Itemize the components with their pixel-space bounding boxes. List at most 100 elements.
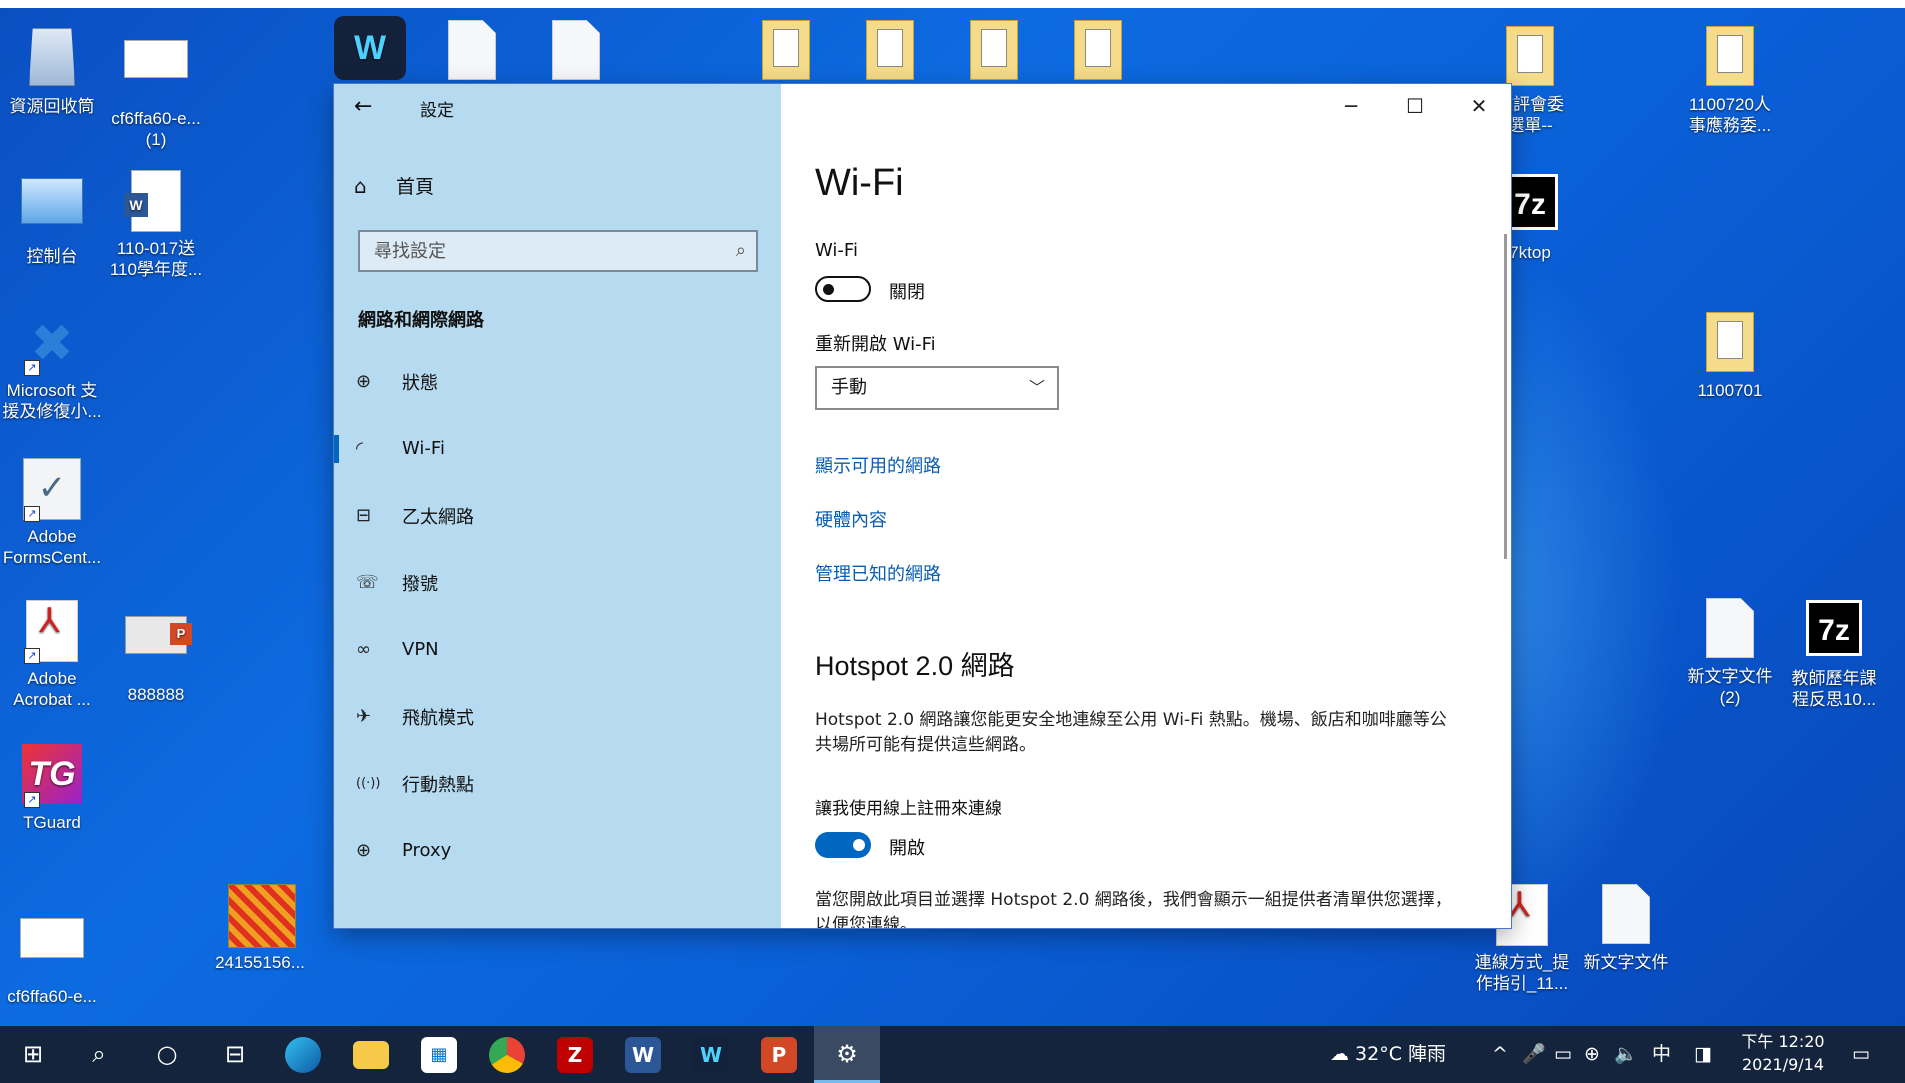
battery-icon[interactable]: ▭ (1554, 1026, 1572, 1083)
ime-indicator[interactable]: 中 (1652, 1026, 1671, 1083)
desktop-icon-label: TGuard (23, 813, 81, 832)
sidebar-item-status[interactable]: ⊕ 狀態 (334, 348, 781, 415)
file-explorer-icon[interactable] (338, 1026, 404, 1083)
title-bar[interactable]: ← 設定 (334, 84, 781, 128)
notification-icon[interactable]: ▭ (1852, 1026, 1870, 1083)
store-icon[interactable]: ▦ (406, 1026, 472, 1083)
home-icon: ⌂ (354, 173, 367, 198)
cortana-icon[interactable]: ○ (134, 1026, 200, 1083)
search-icon[interactable]: ⌕ (66, 1026, 132, 1083)
desktop-icon-doc-top-1[interactable] (420, 18, 524, 88)
desktop-icon-folder-top-4[interactable] (1046, 18, 1150, 88)
sidebar-item-label: 乙太網路 (402, 506, 474, 528)
desktop-icon-recycle-bin[interactable]: 資源回收筒 (0, 24, 104, 117)
clock[interactable]: 下午 12:20 2021/9/14 (1738, 1030, 1828, 1076)
sidebar-item-vpn[interactable]: ∞ VPN (334, 616, 781, 683)
reopen-wifi-dropdown[interactable]: 手動 ﹀ (815, 366, 1059, 410)
desktop-icon-word-doc[interactable]: W 110-017送 110學年度... (104, 168, 208, 280)
desktop-icon-24155156[interactable]: 24155156... (208, 882, 312, 973)
volume-icon[interactable]: 🔈 (1614, 1026, 1638, 1083)
powerpoint-icon[interactable]: P (746, 1026, 812, 1083)
wifi-toggle-state: 關閉 (889, 282, 925, 303)
folder-pdf-icon (962, 20, 1026, 84)
7zip-icon: 7z (1802, 600, 1866, 664)
acrobat-icon: ↗ (20, 600, 84, 664)
sidebar-item-label: 狀態 (402, 372, 438, 394)
desktop-icon-888888[interactable]: P 888888 (104, 598, 208, 705)
settings-sidebar: ← 設定 ⌂ 首頁 ⌕ 網路和網際網路 ⊕ 狀態 ◜ Wi-Fi ⊟ 乙太網路 ☏ 撥號… (334, 84, 781, 928)
desktop-icon-label: cf6ffa60-e... (7, 987, 97, 1006)
search-icon[interactable]: ⌕ (736, 240, 746, 261)
search-input[interactable] (360, 232, 714, 270)
ime-mode-icon[interactable]: ◨ (1694, 1026, 1712, 1083)
folder-doc-icon (1698, 26, 1762, 90)
folder-doc-icon (858, 20, 922, 84)
sidebar-item-label: 撥號 (402, 573, 438, 595)
weather-text: 32°C 陣雨 (1355, 1043, 1447, 1065)
settings-gear-icon[interactable]: ⚙ (814, 1026, 880, 1083)
sidebar-item-proxy[interactable]: ⊕ Proxy (334, 817, 781, 884)
close-button[interactable]: ✕ (1447, 84, 1511, 128)
edge-icon[interactable] (270, 1026, 336, 1083)
hotspot-icon: ((·)) (356, 776, 381, 791)
desktop-icon-control-panel[interactable]: 控制台 (0, 168, 104, 267)
sidebar-item-ethernet[interactable]: ⊟ 乙太網路 (334, 482, 781, 549)
desktop-icon-label: 資源回收筒 (9, 97, 95, 116)
desktop-icon-folder-top-1[interactable] (734, 18, 838, 88)
word-icon[interactable]: W (610, 1026, 676, 1083)
sidebar-item-airplane-mode[interactable]: ✈ 飛航模式 (334, 683, 781, 750)
proxy-globe-icon: ⊕ (356, 840, 372, 861)
desktop-icon-label: 1100701 (1697, 381, 1763, 400)
sidebar-item-label: 行動熱點 (402, 774, 474, 796)
sidebar-item-mobile-hotspot[interactable]: ((·)) 行動熱點 (334, 750, 781, 817)
back-arrow-icon[interactable]: ← (354, 94, 372, 119)
desktop-icon-right-6[interactable]: 7z 教師歷年課 程反思10... (1782, 596, 1886, 710)
desktop-icon-doc-top-2[interactable] (524, 18, 628, 88)
webex-icon[interactable]: W (678, 1026, 744, 1083)
desktop-icon-right-8[interactable]: 新文字文件 (1574, 882, 1678, 973)
desktop-icon-label: 24155156... (215, 953, 305, 972)
maximize-button[interactable]: ☐ (1383, 84, 1447, 128)
desktop-icon-webex[interactable]: W (314, 16, 418, 84)
scrollbar[interactable] (1504, 234, 1507, 559)
recycle-bin-icon (20, 28, 84, 92)
desktop-icon-ms-support[interactable]: ✖ ↗ Microsoft 支 援及修復小... (0, 312, 104, 422)
wifi-toggle[interactable] (815, 276, 871, 302)
image-file-icon (20, 918, 84, 982)
weather-widget[interactable]: ☁ 32°C 陣雨 (1330, 1026, 1446, 1083)
link-manage-known-networks[interactable]: 管理已知的網路 (815, 560, 941, 586)
desktop-icon-label: 888888 (127, 685, 185, 704)
sidebar-item-wifi[interactable]: ◜ Wi-Fi (334, 415, 781, 482)
pdf-file-icon (1498, 26, 1562, 90)
sidebar-home[interactable]: ⌂ 首頁 (354, 172, 434, 199)
wifi-label: Wi-Fi (815, 240, 858, 261)
start-icon[interactable]: ⊞ (0, 1026, 66, 1083)
microphone-icon[interactable]: 🎤 (1522, 1026, 1546, 1083)
sidebar-item-dialup[interactable]: ☏ 撥號 (334, 549, 781, 616)
show-hidden-icons-icon[interactable]: ^ (1492, 1026, 1508, 1083)
tools-icon: ✖ ↗ (20, 312, 84, 376)
desktop-icon-adobe-forms[interactable]: ✓ ↗ Adobe FormsCent... (0, 456, 104, 568)
folder-doc-icon (754, 20, 818, 84)
desktop-icon-right-2[interactable]: 1100720人 事應務委... (1678, 24, 1782, 136)
desktop-icon-folder-top-2[interactable] (838, 18, 942, 88)
desktop-icon-tguard[interactable]: TG ↗ TGuard (0, 742, 104, 833)
link-hardware-properties[interactable]: 硬體內容 (815, 506, 887, 532)
desktop-icon-acrobat[interactable]: ↗ Adobe Acrobat ... (0, 598, 104, 710)
ethernet-icon: ⊟ (356, 505, 372, 526)
sidebar-nav: ⊕ 狀態 ◜ Wi-Fi ⊟ 乙太網路 ☏ 撥號 ∞ VPN ✈ 飛航模式 ((·)) 行動熱… (334, 348, 781, 884)
filezilla-icon[interactable]: Z (542, 1026, 608, 1083)
desktop-icon-right-5[interactable]: 新文字文件 (2) (1678, 596, 1782, 708)
task-view-icon[interactable]: ⊟ (202, 1026, 268, 1083)
minimize-button[interactable]: ─ (1319, 84, 1383, 128)
online-signup-toggle[interactable] (815, 832, 871, 858)
search-box[interactable]: ⌕ (358, 230, 758, 272)
desktop-icon-image[interactable]: cf6ffa60-e... (1) (104, 24, 208, 150)
desktop-icon-folder-top-3[interactable] (942, 18, 1046, 88)
folder-icon (1698, 312, 1762, 376)
desktop-icon-image-2[interactable]: cf6ffa60-e... (0, 900, 104, 1007)
desktop-icon-right-4[interactable]: 1100701 (1678, 310, 1782, 401)
chrome-icon[interactable] (474, 1026, 540, 1083)
network-globe-icon[interactable]: ⊕ (1584, 1026, 1600, 1083)
link-show-available-networks[interactable]: 顯示可用的網路 (815, 452, 941, 478)
